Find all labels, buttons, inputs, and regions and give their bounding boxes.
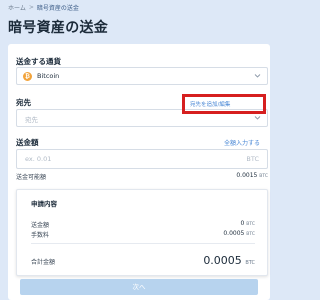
- send-amount-label: 送金額: [31, 222, 50, 229]
- total-label: 合計金額: [31, 259, 56, 266]
- destination-placeholder: 宛先: [25, 116, 38, 124]
- fill-all-link[interactable]: 全額入力する: [224, 138, 260, 147]
- available-label: 送金可能額: [16, 174, 47, 181]
- application-summary: 申請内容 送金額 0 BTC 手数料 0.0005 BTC 合計金額 0.000…: [16, 189, 268, 276]
- breadcrumb-home[interactable]: ホーム: [8, 3, 26, 12]
- amount-input[interactable]: ex. 0.01 BTC: [16, 149, 268, 169]
- add-edit-destination-link[interactable]: 宛先を追加/編集: [182, 94, 266, 114]
- fee-label: 手数料: [31, 232, 50, 239]
- fee-value: 0.0005 BTC: [223, 230, 255, 237]
- breadcrumb-current: 暗号資産の送金: [36, 5, 79, 12]
- amount-label: 送金額: [16, 138, 39, 147]
- summary-total-row: 合計金額 0.0005 BTC: [31, 254, 255, 267]
- add-edit-destination-label: 宛先を追加/編集: [190, 102, 231, 108]
- total-value: 0.0005 BTC: [203, 254, 255, 267]
- next-button[interactable]: 次へ: [20, 279, 258, 295]
- available-value: 0.0015 BTC: [236, 172, 268, 179]
- amount-placeholder: ex. 0.01: [25, 155, 52, 163]
- transfer-form-card: 送金する通貨 ₿ Bitcoin 宛先 宛先 送金額 全額入力する ex. 0.…: [8, 44, 270, 300]
- available-amount-row: 送金可能額 0.0015 BTC: [16, 172, 268, 182]
- summary-title: 申請内容: [31, 200, 57, 208]
- currency-label: 送金する通貨: [16, 57, 61, 66]
- chevron-down-icon: [254, 72, 261, 79]
- breadcrumb-separator: >: [28, 4, 34, 11]
- currency-selected-value: Bitcoin: [37, 72, 60, 80]
- page-title: 暗号資産の送金: [8, 20, 109, 36]
- send-amount-value: 0 BTC: [240, 220, 255, 227]
- breadcrumb: ホーム > 暗号資産の送金: [8, 3, 79, 12]
- currency-select[interactable]: ₿ Bitcoin: [16, 67, 268, 85]
- chevron-down-icon: [254, 114, 261, 121]
- summary-send-amount-row: 送金額 0 BTC: [31, 220, 255, 230]
- summary-divider: [31, 243, 255, 244]
- destination-label: 宛先: [16, 98, 31, 107]
- bitcoin-icon: ₿: [23, 72, 32, 81]
- summary-fee-row: 手数料 0.0005 BTC: [31, 230, 255, 240]
- amount-unit: BTC: [246, 155, 259, 163]
